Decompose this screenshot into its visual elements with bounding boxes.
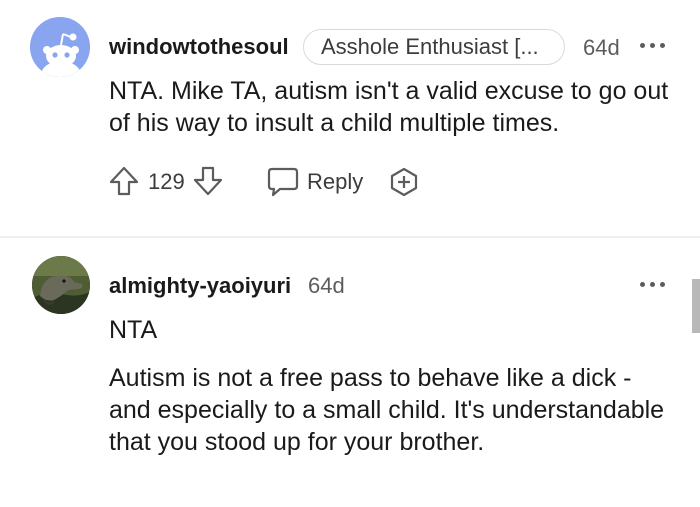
- more-dots-icon: [640, 282, 645, 287]
- comment-body-paragraph: NTA: [109, 316, 158, 344]
- comment-thread: windowtothesoul Asshole Enthusiast [... …: [0, 0, 700, 507]
- speech-bubble-icon: [267, 167, 299, 197]
- comment-body-paragraph: Autism is not a free pass to behave like…: [109, 364, 665, 456]
- downvote-button[interactable]: [192, 165, 224, 202]
- comment-age: 64d: [308, 273, 345, 298]
- reply-button[interactable]: [266, 166, 300, 203]
- award-plus-icon: [390, 167, 418, 197]
- username[interactable]: windowtothesoul: [109, 34, 289, 60]
- comment: windowtothesoul Asshole Enthusiast [... …: [0, 0, 700, 237]
- upvote-button[interactable]: [108, 165, 140, 202]
- reddit-snoo-icon: [30, 17, 90, 77]
- vote-count: 129: [148, 169, 185, 194]
- arrow-up-icon: [109, 166, 139, 196]
- award-button[interactable]: [388, 166, 420, 203]
- comment-divider: [0, 236, 700, 238]
- more-dots-icon: [640, 43, 645, 48]
- avatar[interactable]: [32, 256, 90, 314]
- more-options-button[interactable]: [638, 40, 668, 52]
- reply-label[interactable]: Reply: [307, 169, 363, 195]
- user-flair: Asshole Enthusiast [...: [303, 29, 565, 65]
- scrollbar[interactable]: [692, 279, 700, 333]
- comment-body: NTA. Mike TA, autism isn't a valid excus…: [109, 77, 669, 137]
- more-options-button[interactable]: [638, 279, 668, 291]
- dinosaur-avatar-icon: [32, 256, 90, 314]
- username[interactable]: almighty-yaoiyuri: [109, 273, 291, 299]
- avatar[interactable]: [30, 17, 90, 77]
- comment-age: 64d: [583, 35, 620, 60]
- arrow-down-icon: [193, 166, 223, 196]
